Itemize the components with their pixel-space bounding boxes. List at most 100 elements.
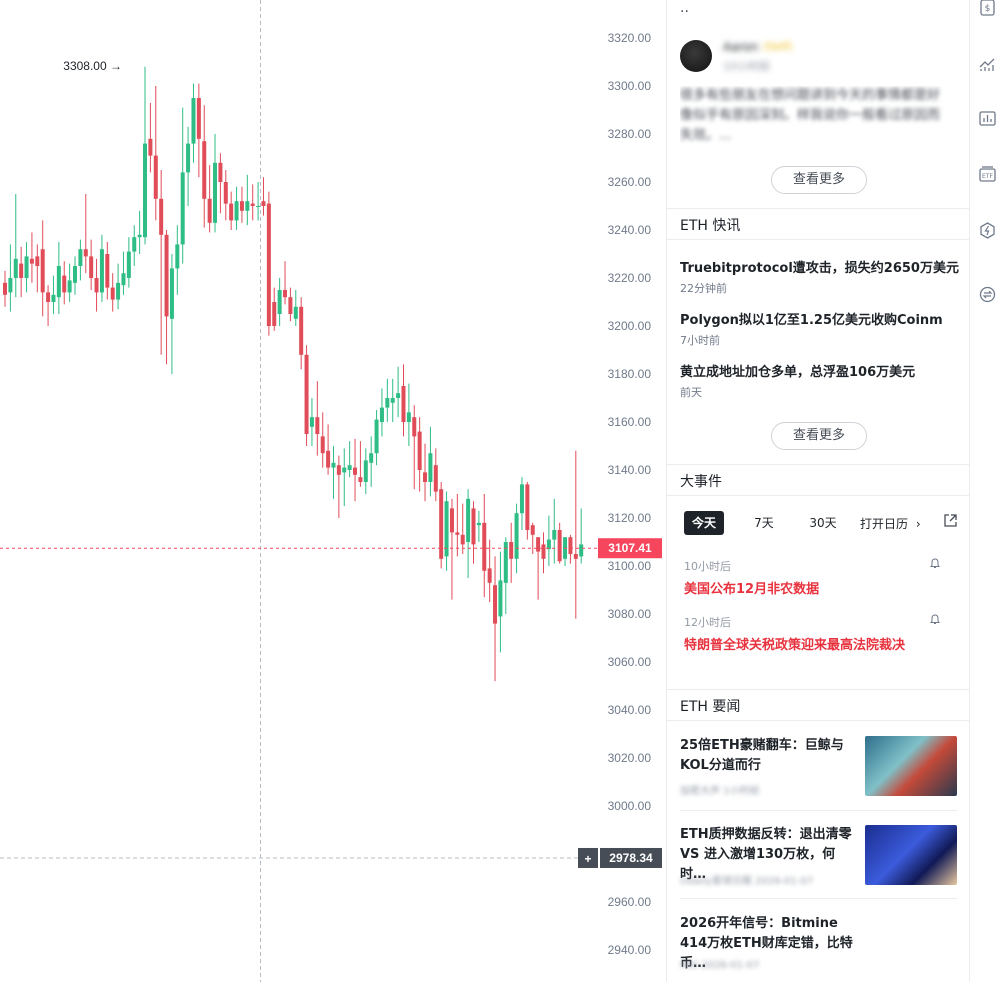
candle-body (519, 484, 524, 514)
candle-body (487, 568, 492, 583)
candle-body (363, 460, 368, 482)
see-more-comments-button[interactable]: 查看更多 (771, 166, 867, 194)
news-article-meta: MKI 2026-01-07 (680, 960, 760, 971)
candle-body (51, 294, 56, 302)
candle-body (358, 477, 363, 482)
swap-arrows-icon[interactable] (979, 286, 996, 303)
candle-body (509, 542, 514, 559)
candle-body (99, 249, 104, 293)
candle-body (283, 290, 288, 298)
candle-body (35, 256, 40, 266)
candle-body (213, 162, 218, 223)
bar-chart-icon[interactable] (979, 110, 996, 127)
y-axis-tick-label: 3260.00 (608, 175, 652, 189)
flash-item-title[interactable]: Truebitprotocol遭攻击，损失约2650万美元 (680, 257, 959, 276)
candle-body (148, 138, 153, 156)
candle-body (202, 141, 207, 199)
bell-icon[interactable] (930, 558, 940, 569)
high-price-label: 3308.00 → (63, 59, 122, 73)
candle-body (159, 198, 164, 235)
flash-item-title[interactable]: 黄立成地址加仓多单，总浮盈106万美元 (680, 361, 915, 380)
svg-text:$: $ (985, 4, 991, 14)
comment-username[interactable]: Aaron (723, 40, 758, 54)
open-calendar-link[interactable]: 打开日历 › (860, 515, 921, 532)
candle-body (132, 237, 137, 252)
comment-text[interactable]: 很多有些朋友在想问题讲到今天的事情都是好像似乎有原因深刻。样我说你一般看过原因而… (680, 86, 950, 146)
comment-badge: (Self) (763, 40, 793, 53)
candle-body (423, 472, 428, 482)
candle-body (245, 201, 250, 211)
candle-body (331, 462, 336, 468)
event-title[interactable]: 美国公布12月非农数据 (684, 578, 819, 597)
divider (667, 208, 970, 209)
hexagon-lightning-icon[interactable] (979, 222, 996, 239)
candle-body (482, 522, 487, 571)
candle-body (309, 417, 314, 427)
candle-body (126, 251, 131, 278)
candle-body (417, 431, 422, 470)
external-link-icon[interactable] (944, 514, 957, 527)
divider (680, 898, 957, 899)
candle-body (541, 544, 546, 559)
candle-body (466, 498, 471, 542)
candle-body (471, 508, 476, 545)
candlestick-chart[interactable]: 3320.00 3300.00 3280.00 3260.00 3240.00 3220.… (0, 0, 666, 982)
candle-body (449, 508, 454, 533)
tab-7-days[interactable]: 7天 (744, 511, 784, 535)
candle-body (3, 282, 7, 295)
candle-body (266, 203, 271, 326)
y-axis-tick-label: 3220.00 (608, 271, 652, 285)
candle-body (164, 234, 169, 317)
candle-body (536, 537, 541, 552)
candle-body (304, 354, 309, 434)
event-time: 12小时后 (684, 616, 731, 629)
etf-icon[interactable]: ETF (979, 166, 996, 183)
y-axis-tick-label: 2940.00 (608, 943, 652, 957)
collapse-panel-handle[interactable] (666, 508, 667, 538)
divider (667, 464, 970, 465)
flash-item-title[interactable]: Polygon拟以1亿至1.25亿美元收购Coinme (680, 309, 942, 328)
y-axis-tick-label: 3080.00 (608, 607, 652, 621)
y-axis-tick-label: 3320.00 (608, 31, 652, 45)
tab-30-days[interactable]: 30天 (801, 511, 845, 535)
candle-body (347, 465, 352, 470)
candle-body (153, 155, 158, 199)
flash-item-time: 22分钟前 (680, 282, 727, 295)
candle-body (83, 249, 88, 257)
candle-body (277, 290, 282, 314)
dollar-wallet-icon[interactable]: $ (979, 0, 996, 17)
y-axis-tick-label: 2960.00 (608, 895, 652, 909)
see-more-flash-button[interactable]: 查看更多 (771, 422, 867, 450)
candle-body (218, 162, 223, 182)
candle-body (250, 203, 255, 206)
tab-today[interactable]: 今天 (684, 511, 724, 535)
event-title[interactable]: 特朗普全球关税政策迎来最高法院裁决 (684, 634, 905, 653)
candle-body (62, 275, 67, 293)
news-article-title[interactable]: 25倍ETH豪赌翻车：巨鲸与KOL分道而行 (680, 736, 856, 776)
candle-body (579, 544, 584, 557)
candle-body (94, 278, 99, 293)
news-thumbnail[interactable] (865, 825, 957, 885)
chevron-right-icon: › (915, 517, 921, 531)
candle-body (40, 249, 45, 293)
candle-body (272, 302, 277, 326)
bell-icon[interactable] (930, 614, 940, 625)
y-axis-tick-label: 3100.00 (608, 559, 652, 573)
candle-body (239, 201, 244, 211)
chart-canvas[interactable]: 3320.00 3300.00 3280.00 3260.00 3240.00 3220.… (0, 0, 666, 982)
candle-body (234, 201, 239, 221)
candle-body (56, 266, 61, 298)
trend-chart-icon[interactable] (979, 55, 996, 72)
y-axis-tick-label: 3300.00 (608, 79, 652, 93)
plus-icon: + (584, 852, 591, 866)
candle-body (143, 143, 148, 238)
avatar[interactable] (680, 40, 712, 72)
candle-body (24, 256, 29, 278)
y-axis-tick-label: 3040.00 (608, 703, 652, 717)
news-thumbnail[interactable] (865, 736, 957, 796)
candle-body (207, 198, 212, 223)
y-axis-tick-label: 3140.00 (608, 463, 652, 477)
info-panel: .. Aaron (Self) 10小时前 很多有些朋友在想问题讲到今天的事情都… (666, 0, 970, 982)
top-ellipsis: .. (680, 0, 689, 16)
candle-body (396, 393, 401, 398)
